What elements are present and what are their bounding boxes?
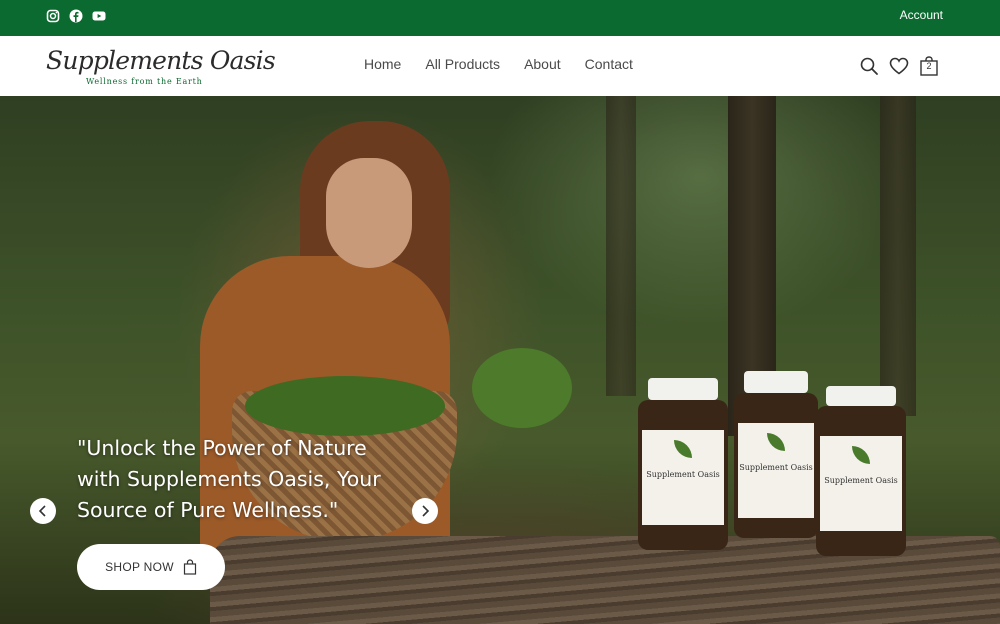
shop-now-button[interactable]: SHOP NOW xyxy=(77,544,225,590)
nav-about[interactable]: About xyxy=(524,56,561,72)
facebook-icon[interactable] xyxy=(69,9,83,23)
bottle-label: Supplement Oasis xyxy=(824,476,898,485)
herbs xyxy=(245,376,445,436)
cart-icon[interactable]: 2 xyxy=(918,55,940,77)
top-bar: Account xyxy=(0,0,1000,36)
youtube-icon[interactable] xyxy=(92,9,106,23)
herbs-bundle xyxy=(472,348,572,428)
instagram-icon[interactable] xyxy=(46,9,60,23)
logo-tagline: Wellness from the Earth xyxy=(86,77,203,86)
social-links xyxy=(46,9,106,23)
main-nav: Home All Products About Contact xyxy=(364,56,633,72)
next-slide-button[interactable] xyxy=(412,498,438,524)
supplement-bottle: Supplement Oasis xyxy=(734,371,818,538)
shopping-bag-icon xyxy=(183,559,197,575)
cart-count: 2 xyxy=(926,61,932,71)
account-link[interactable]: Account xyxy=(900,8,943,22)
shop-now-label: SHOP NOW xyxy=(105,560,174,574)
header-actions: 2 xyxy=(858,55,940,77)
supplement-bottle: Supplement Oasis xyxy=(638,378,728,550)
chevron-right-icon xyxy=(422,505,430,517)
tree-trunk xyxy=(606,96,636,396)
logo-title: Supplements Oasis xyxy=(46,46,276,75)
chevron-left-icon xyxy=(38,505,46,517)
tree-trunk xyxy=(880,96,916,416)
nav-home[interactable]: Home xyxy=(364,56,401,72)
bottle-label: Supplement Oasis xyxy=(739,463,813,472)
nav-contact[interactable]: Contact xyxy=(585,56,633,72)
hero-headline: "Unlock the Power of Nature with Supplem… xyxy=(77,436,381,522)
search-icon[interactable] xyxy=(858,55,880,77)
prev-slide-button[interactable] xyxy=(30,498,56,524)
hero-banner: Supplement Oasis Supplement Oasis Supple… xyxy=(0,96,1000,624)
site-header: Supplements Oasis Wellness from the Eart… xyxy=(0,36,1000,96)
hero-woman-face xyxy=(326,158,412,268)
heart-icon[interactable] xyxy=(888,55,910,77)
logo[interactable]: Supplements Oasis Wellness from the Eart… xyxy=(46,42,276,90)
supplement-bottle: Supplement Oasis xyxy=(816,386,906,556)
nav-all-products[interactable]: All Products xyxy=(425,56,500,72)
bottle-label: Supplement Oasis xyxy=(646,470,720,479)
